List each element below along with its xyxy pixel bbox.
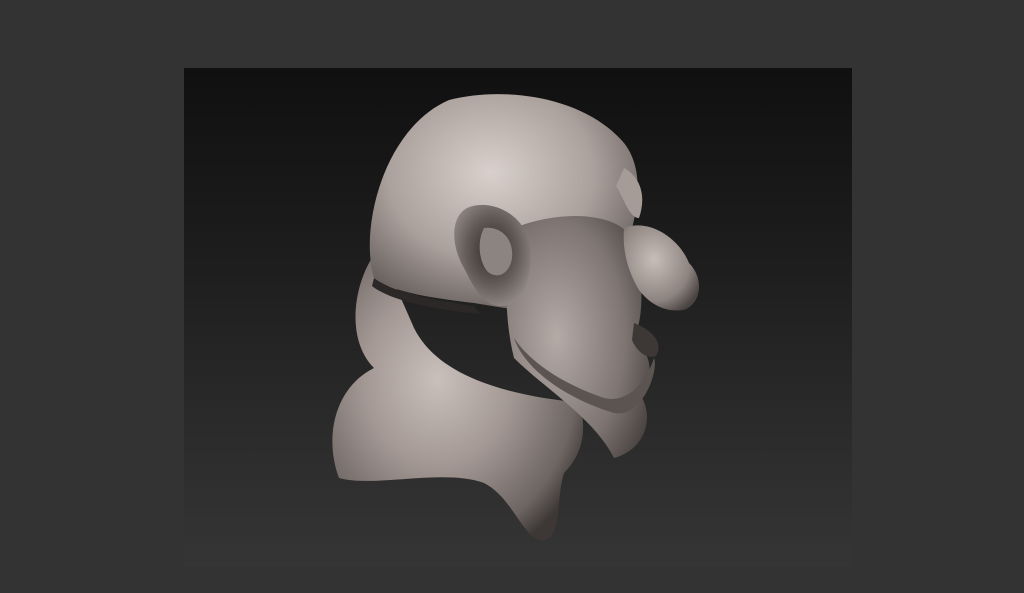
3d-viewport-canvas[interactable] bbox=[184, 68, 852, 567]
sculpt-model[interactable] bbox=[184, 68, 852, 567]
sculpting-app-window bbox=[0, 0, 1024, 593]
